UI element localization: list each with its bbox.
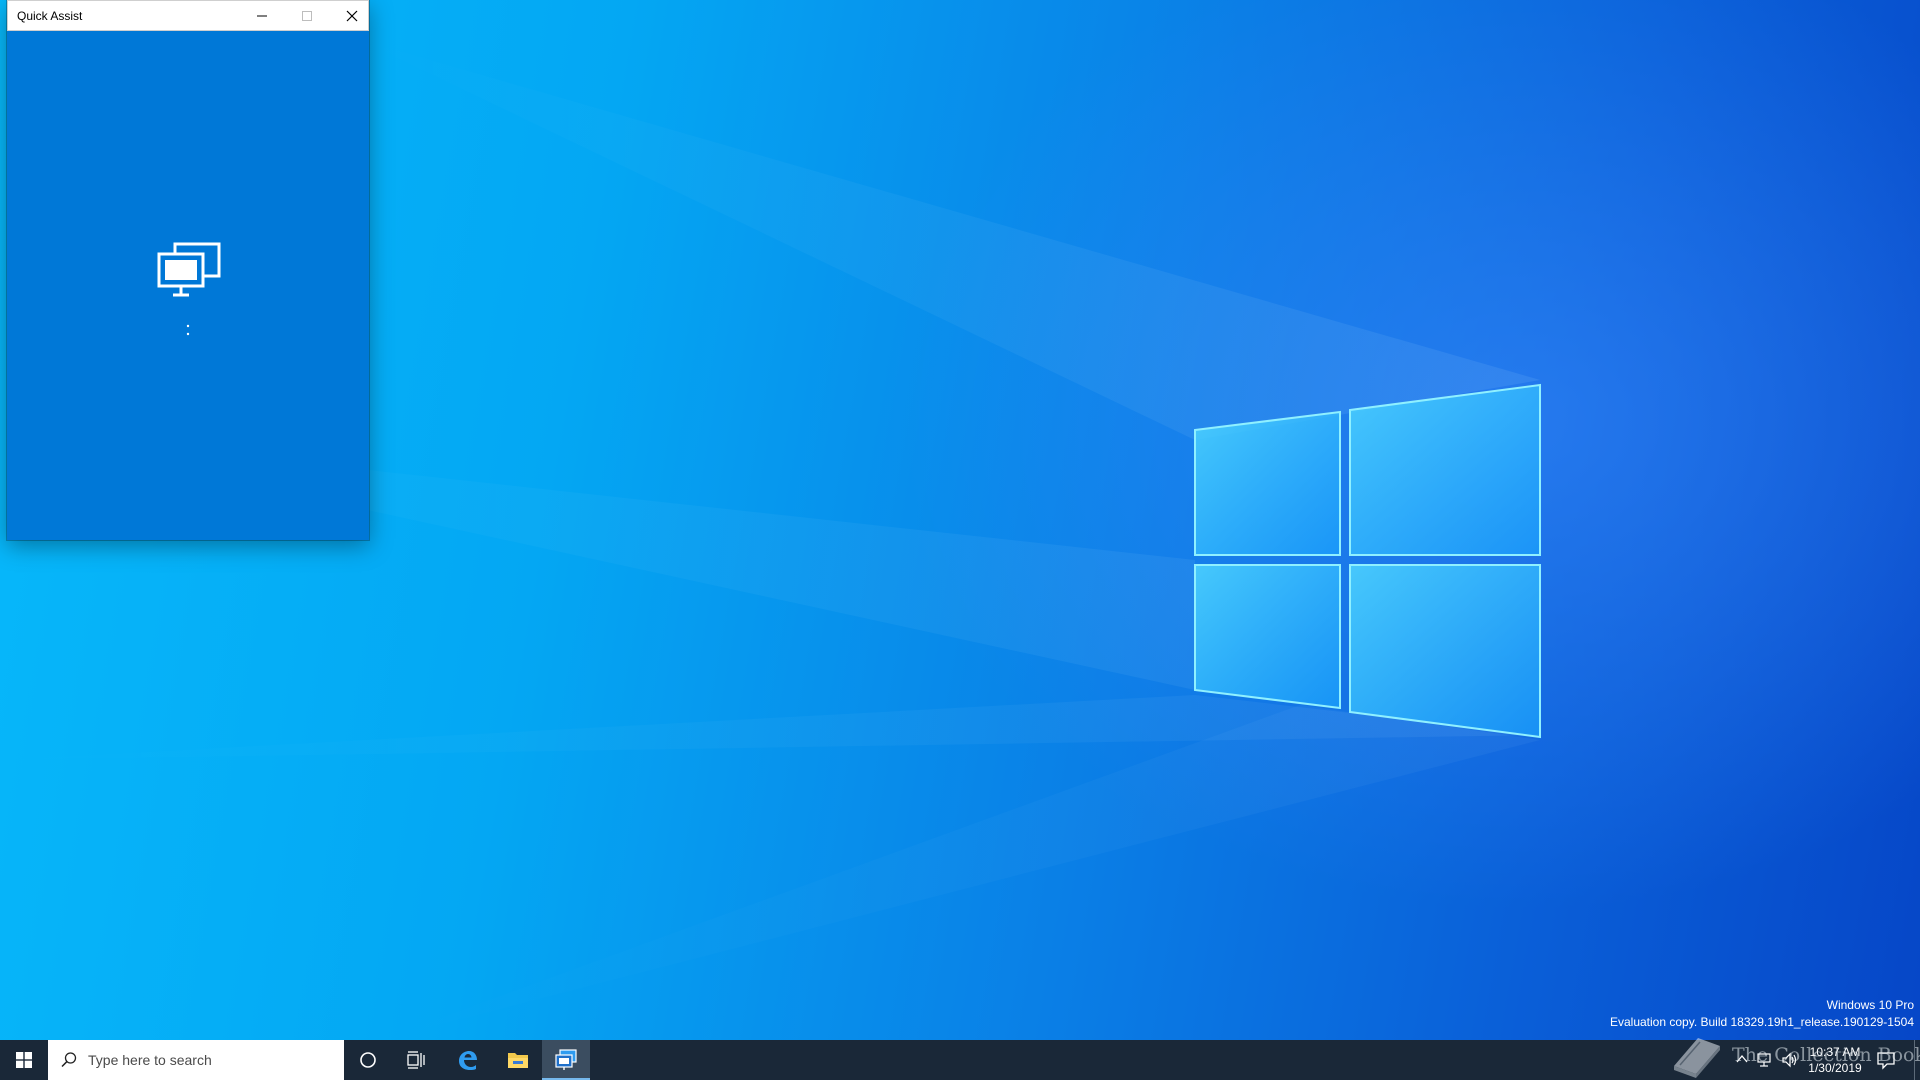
windows-build-watermark: Windows 10 Pro Evaluation copy. Build 18…: [1610, 997, 1914, 1031]
window-title: Quick Assist: [17, 9, 83, 23]
close-button[interactable]: [329, 1, 374, 30]
build-string: Evaluation copy. Build 18329.19h1_releas…: [1609, 1015, 1914, 1029]
brand-watermark-text: The Collection Book: [1732, 1044, 1920, 1066]
quick-assist-window[interactable]: Quick Assist: [7, 0, 369, 540]
edge-icon: [459, 1051, 477, 1070]
file-explorer-icon: [508, 1053, 528, 1068]
cortana-button[interactable]: [344, 1040, 392, 1080]
file-explorer-button[interactable]: [494, 1040, 542, 1080]
title-bar[interactable]: Quick Assist: [7, 0, 369, 31]
desktop[interactable]: Quick Assist Windows 10 Pro Evaluation c…: [0, 0, 1920, 1080]
start-button[interactable]: [0, 1040, 48, 1080]
book-logo-icon: [1674, 1038, 1720, 1078]
cortana-icon: [360, 1052, 376, 1068]
close-icon: [346, 10, 357, 21]
quick-assist-taskbar-button[interactable]: [542, 1040, 590, 1080]
taskbar[interactable]: Type here to search 10:37 AM 1/30/2019: [0, 1040, 1920, 1080]
minimize-icon: [256, 15, 267, 16]
loading-spinner: [186, 324, 190, 336]
minimize-button[interactable]: [239, 1, 284, 30]
windows-edition: Windows 10 Pro: [1826, 998, 1914, 1012]
task-view-button[interactable]: [392, 1040, 440, 1080]
quick-assist-icon: [555, 1049, 577, 1070]
windows-logo-icon: [16, 1052, 32, 1068]
edge-button[interactable]: [440, 1040, 494, 1080]
maximize-icon: [301, 10, 312, 21]
maximize-button[interactable]: [284, 1, 329, 30]
search-icon: [61, 1052, 77, 1068]
search-placeholder: Type here to search: [88, 1052, 212, 1068]
task-view-icon: [407, 1051, 425, 1069]
remote-desktop-icon: [157, 242, 221, 297]
search-box[interactable]: Type here to search: [48, 1040, 344, 1080]
